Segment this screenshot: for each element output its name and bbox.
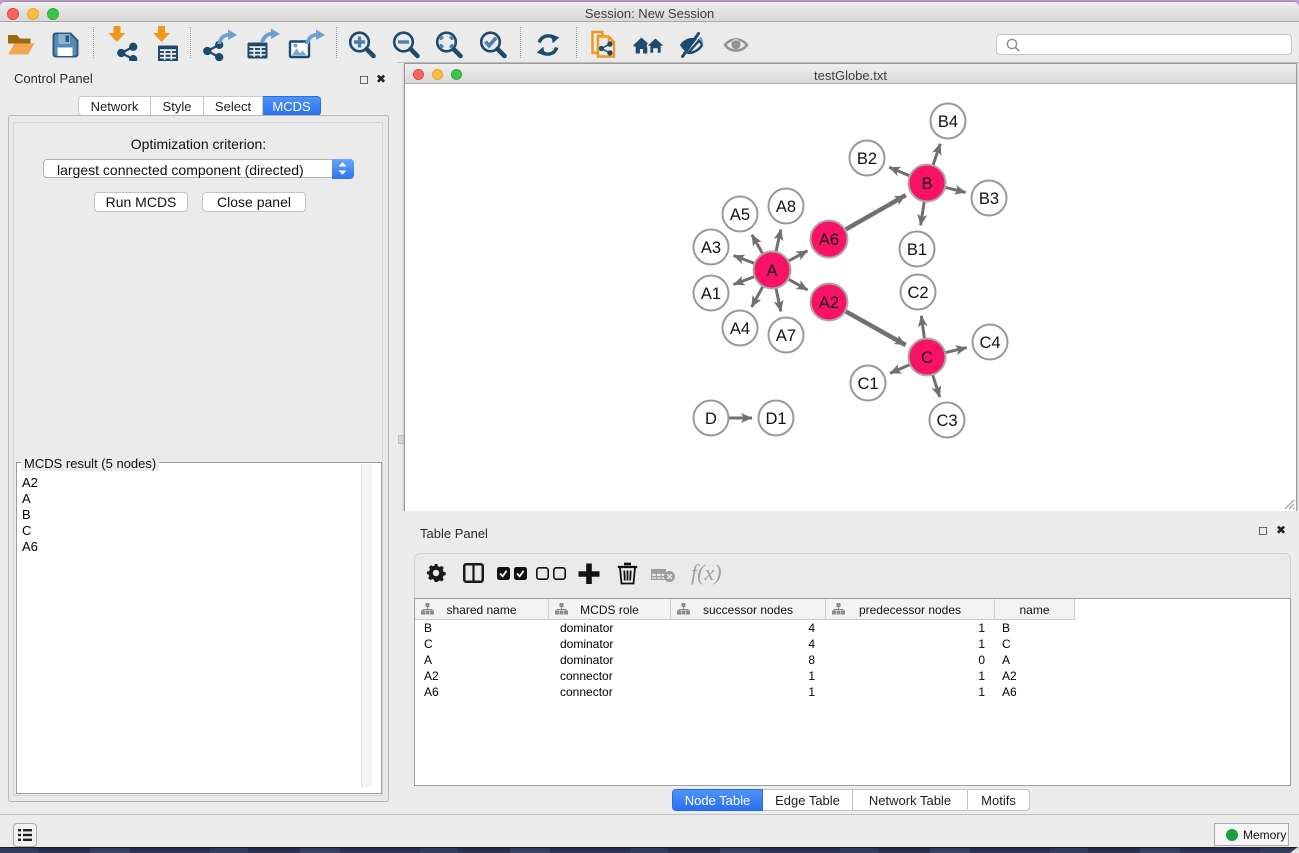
svg-text:C2: C2	[907, 284, 928, 302]
svg-text:B4: B4	[938, 113, 958, 131]
svg-text:D1: D1	[765, 410, 786, 428]
svg-text:A5: A5	[730, 206, 750, 224]
svg-text:A2: A2	[819, 294, 839, 312]
svg-text:A1: A1	[701, 285, 721, 303]
svg-text:A6: A6	[819, 231, 839, 249]
svg-text:C4: C4	[979, 334, 1000, 352]
svg-text:B1: B1	[907, 241, 927, 259]
svg-text:C: C	[921, 349, 933, 367]
svg-text:D: D	[705, 410, 717, 428]
svg-text:A8: A8	[776, 198, 796, 216]
svg-text:C1: C1	[857, 375, 878, 393]
svg-text:B3: B3	[979, 190, 999, 208]
svg-text:A3: A3	[701, 239, 721, 257]
svg-text:B2: B2	[857, 150, 877, 168]
svg-text:A4: A4	[730, 320, 750, 338]
svg-text:B: B	[921, 175, 932, 193]
svg-text:C3: C3	[936, 412, 957, 430]
svg-text:A7: A7	[776, 327, 796, 345]
svg-text:A: A	[766, 262, 777, 280]
